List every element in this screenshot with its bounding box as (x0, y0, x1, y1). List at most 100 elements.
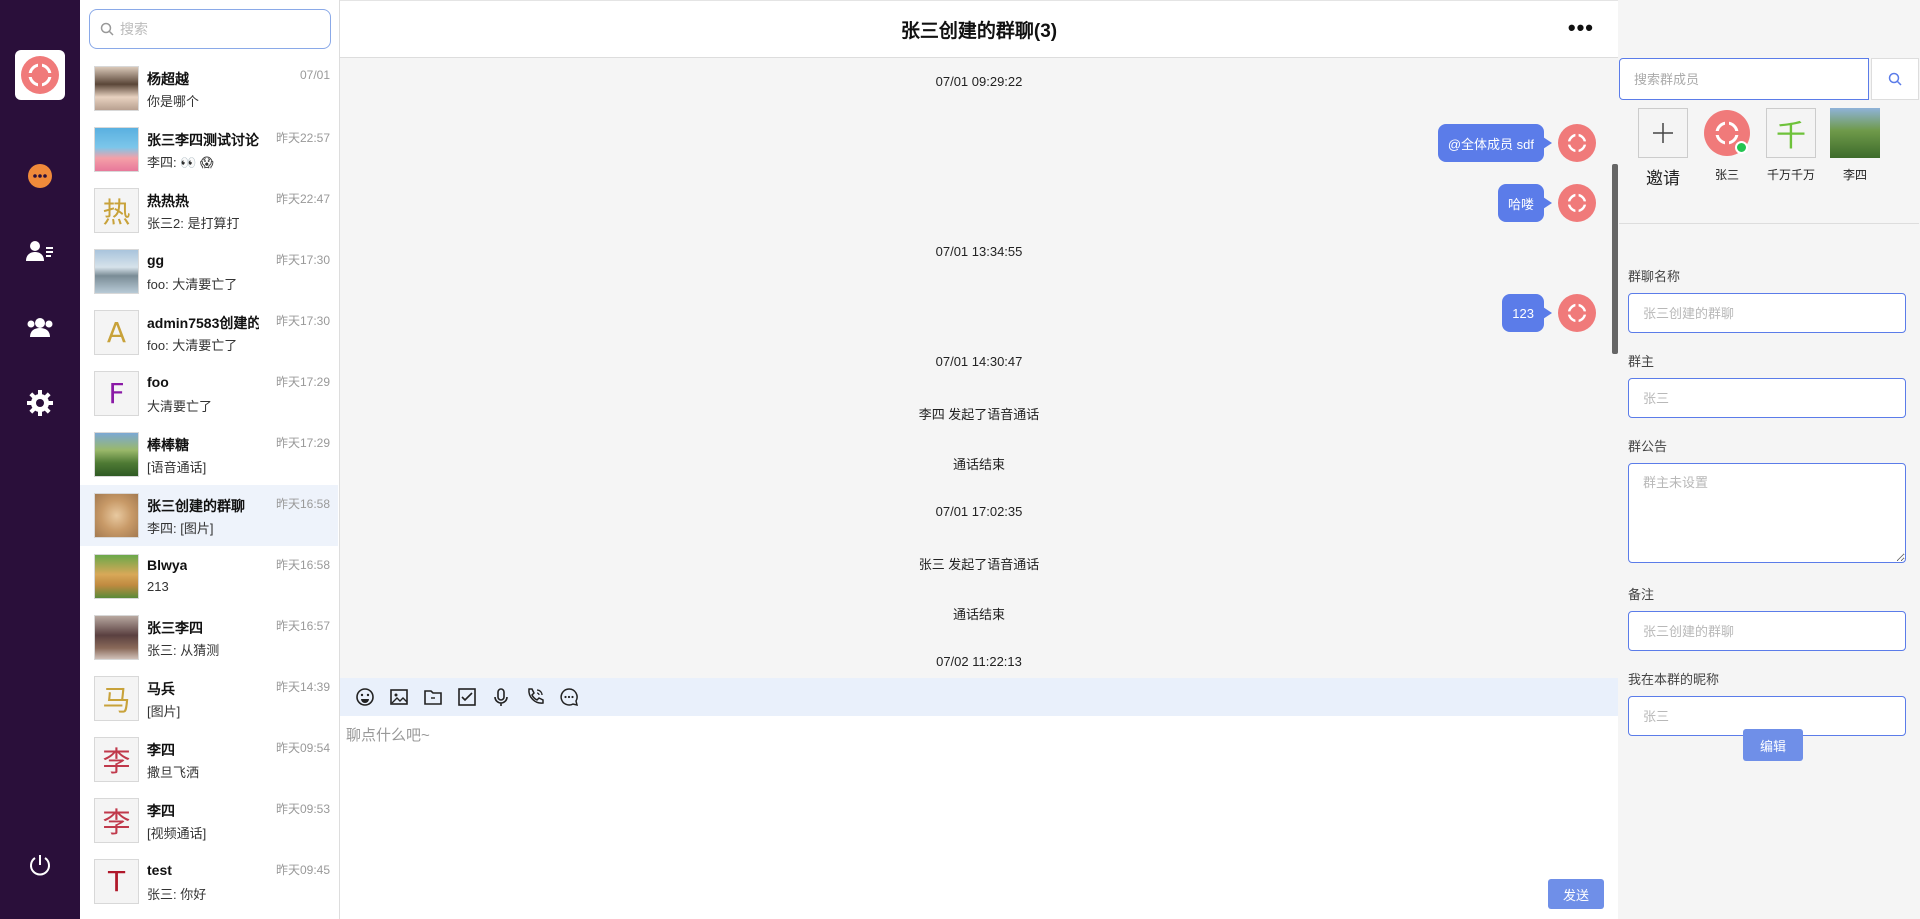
conversation-last-message: 你是哪个 (147, 94, 200, 109)
member-item[interactable]: 张三 (1697, 108, 1757, 183)
conversation-item[interactable]: 马马兵 昨天14:39 [图片] (80, 668, 338, 729)
online-status-icon (1735, 141, 1748, 154)
conversation-item[interactable]: gg 昨天17:30 foo: 大清要亡了 (80, 241, 338, 302)
message-bubble[interactable]: 123 (1502, 294, 1552, 332)
nickname-label: 我在本群的昵称 (1628, 672, 1720, 687)
conversation-item[interactable]: 张三李四测试讨论 昨天22:57 李四: 👀 😱 (80, 119, 338, 180)
nav-groups[interactable] (0, 307, 80, 347)
message-row: 哈喽 (1497, 184, 1596, 222)
message-input[interactable] (346, 724, 1606, 874)
conversation-last-message: 张三: 你好 (147, 887, 207, 902)
checklist-button[interactable] (450, 680, 484, 714)
conversation-name: 热热热 (147, 193, 189, 209)
member-avatar (1702, 108, 1752, 158)
message-bubble[interactable]: @全体成员 sdf (1437, 124, 1553, 162)
notice-group: 群公告 (1628, 436, 1908, 566)
contacts-icon (26, 241, 53, 261)
nav-settings[interactable] (0, 383, 80, 423)
member-search-input[interactable] (1619, 58, 1869, 100)
conversation-search[interactable] (89, 9, 331, 49)
notice-field[interactable] (1628, 463, 1906, 563)
conversation-last-message: 张三: 从猜测 (147, 643, 220, 658)
search-input[interactable] (120, 21, 310, 37)
conversation-avatar: 马 (94, 676, 139, 721)
microphone-icon (494, 688, 508, 706)
conversation-item[interactable]: Aadmin7583创建的 昨天17:30 foo: 大清要亡了 (80, 302, 338, 363)
conversation-name: Blwya (147, 557, 188, 573)
composer-toolbar (340, 678, 1618, 716)
conversation-name: 张三创建的群聊 (147, 498, 245, 514)
conversation-item[interactable]: 李李四 昨天09:53 [视频通话] (80, 790, 338, 851)
conversation-info: 张三李四 昨天16:57 张三: 从猜测 (147, 615, 338, 660)
image-button[interactable] (382, 680, 416, 714)
conversation-panel: 杨超越07/01你是哪个张三李四测试讨论昨天22:57李四: 👀 😱 热热热热昨天… (80, 0, 340, 919)
conversation-time: 昨天09:54 (275, 741, 330, 755)
image-icon (390, 689, 408, 705)
member-search (1619, 58, 1919, 100)
conversation-avatar (94, 66, 139, 111)
conversation-avatar: 李 (94, 737, 139, 782)
message-area: 07/01 09:29:22 @全体成员 sdf 哈喽 07/01 13:34:… (340, 58, 1618, 678)
conversation-time: 昨天16:58 (275, 558, 330, 572)
conversation-avatar (94, 432, 139, 477)
phone-icon (528, 688, 544, 704)
conversation-item[interactable]: 张三李四 昨天16:57 张三: 从猜测 (80, 607, 338, 668)
emoji-button[interactable] (348, 680, 382, 714)
conversation-info: 棒棒糖 昨天17:29 [语音通话] (147, 432, 338, 477)
conversation-info: test 昨天09:45 张三: 你好 (147, 859, 338, 904)
sender-avatar[interactable] (1558, 124, 1596, 162)
conversation-item[interactable]: 张三创建的群聊 昨天16:58 李四: [图片] (80, 485, 338, 546)
conversation-last-message: 张三2: 是打算打 (147, 216, 240, 231)
system-message: 李四 发起了语音通话 (918, 407, 1040, 422)
voice-button[interactable] (484, 680, 518, 714)
send-button[interactable]: 发送 (1548, 879, 1604, 909)
conversation-time: 昨天14:39 (275, 680, 330, 694)
checkbox-icon (458, 688, 476, 706)
app: 杨超越07/01你是哪个张三李四测试讨论昨天22:57李四: 👀 😱 热热热热昨天… (0, 0, 1920, 919)
message-button[interactable] (552, 680, 586, 714)
logout-button[interactable] (0, 845, 80, 885)
app-logo[interactable] (15, 50, 65, 100)
conversation-item[interactable]: 棒棒糖 昨天17:29 [语音通话] (80, 424, 338, 485)
message-bubble[interactable]: 哈喽 (1497, 184, 1553, 222)
conversation-info: Blwya 昨天16:58 213 (147, 554, 338, 599)
member-item[interactable]: 李四 (1825, 108, 1885, 183)
edit-button[interactable]: 编辑 (1743, 729, 1803, 761)
conversation-time: 昨天16:58 (275, 497, 330, 511)
conversation-last-message: 撒旦飞洒 (147, 765, 200, 780)
conversation-avatar (94, 615, 139, 660)
conversation-time: 昨天16:57 (275, 619, 330, 633)
more-options-icon[interactable]: ••• (1568, 15, 1594, 41)
conversation-item[interactable]: 杨超越 07/01 你是哪个 (80, 58, 338, 119)
message-row: 123 (1502, 294, 1596, 332)
nav-contacts[interactable] (0, 231, 80, 271)
remark-group: 备注 (1628, 584, 1908, 651)
power-icon (30, 855, 50, 876)
file-button[interactable] (416, 680, 450, 714)
conversation-avatar (94, 127, 139, 172)
sender-avatar[interactable] (1558, 294, 1596, 332)
owner-field[interactable] (1628, 378, 1906, 418)
member-item[interactable]: 千 千万千万 (1761, 108, 1821, 183)
conversation-info: 马兵 昨天14:39 [图片] (147, 676, 338, 721)
conversation-last-message: [视频通话] (147, 826, 207, 841)
conversation-info: 杨超越 07/01 你是哪个 (147, 66, 338, 111)
conversation-item[interactable]: 热热热热 昨天22:47 张三2: 是打算打 (80, 180, 338, 241)
conversation-item[interactable]: Blwya 昨天16:58 213 (80, 546, 338, 607)
remark-field[interactable] (1628, 611, 1906, 651)
plus-icon (1638, 108, 1688, 158)
conversation-item[interactable]: Ttest 昨天09:45 张三: 你好 (80, 851, 338, 912)
group-name-field[interactable] (1628, 293, 1906, 333)
chat-panel: 张三创建的群聊(3) ••• 07/01 09:29:22 @全体成员 sdf … (340, 0, 1618, 919)
conversation-item[interactable]: 李李四 昨天09:54 撒旦飞洒 (80, 729, 338, 790)
nav-chat[interactable] (0, 156, 80, 196)
conversation-info: 热热热 昨天22:47 张三2: 是打算打 (147, 188, 338, 233)
member-search-button[interactable] (1871, 58, 1919, 100)
owner-label: 群主 (1628, 354, 1655, 369)
chat-header: 张三创建的群聊(3) ••• (340, 0, 1618, 58)
conversation-item[interactable]: Ffoo 昨天17:29 大清要亡了 (80, 363, 338, 424)
call-button[interactable] (518, 680, 552, 714)
sender-avatar[interactable] (1558, 184, 1596, 222)
conversation-info: 张三李四测试讨论 昨天22:57 李四: 👀 😱 (147, 127, 338, 172)
invite-member[interactable]: 邀请 (1633, 108, 1693, 189)
